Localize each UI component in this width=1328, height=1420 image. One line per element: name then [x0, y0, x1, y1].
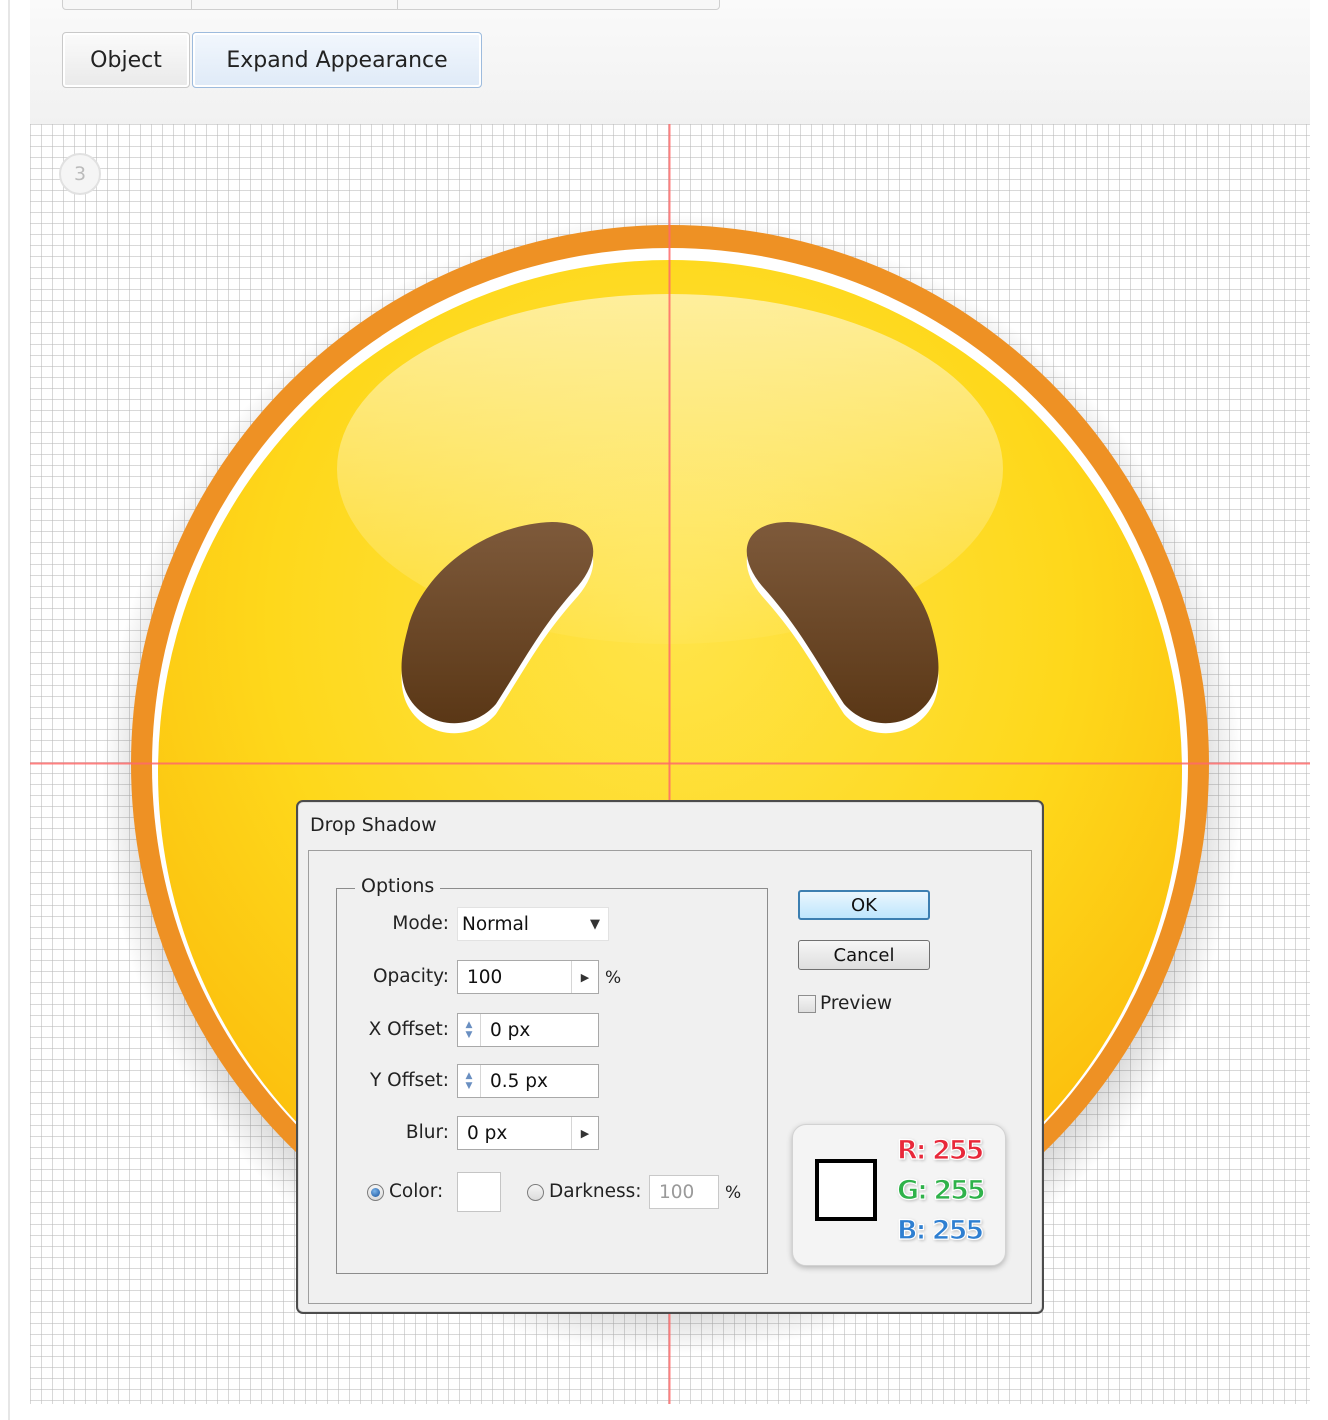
blue-value: B: 255: [896, 1214, 984, 1246]
menu-path: Object Expand Appearance: [62, 32, 484, 90]
opacity-field[interactable]: 100 ▶: [457, 960, 599, 994]
mode-value: Normal: [462, 913, 529, 935]
menu-object[interactable]: Object: [62, 32, 190, 88]
previous-menu-path: [62, 0, 720, 10]
color-radio[interactable]: [367, 1184, 384, 1201]
ok-button[interactable]: OK: [798, 890, 930, 920]
page-border: [8, 0, 10, 1420]
darkness-radio[interactable]: [527, 1184, 544, 1201]
drop-shadow-dialog: Drop Shadow Options Mode: Normal ▼ Opaci…: [296, 800, 1044, 1314]
preview-label: Preview: [820, 993, 893, 1014]
green-value: G: 255: [896, 1174, 986, 1206]
cancel-button[interactable]: Cancel: [798, 940, 930, 970]
stepper-arrows-icon[interactable]: ▲ ▼: [458, 1065, 481, 1097]
mode-label: Mode:: [392, 913, 449, 934]
stepper-arrows-icon[interactable]: ▲ ▼: [458, 1014, 481, 1046]
color-preview-swatch: [815, 1159, 877, 1221]
darkness-field[interactable]: 100: [649, 1175, 719, 1209]
y-offset-label: Y Offset:: [370, 1070, 449, 1091]
x-offset-label: X Offset:: [368, 1019, 449, 1040]
opacity-value: 100: [467, 966, 503, 988]
separator: [191, 0, 192, 9]
play-arrow-icon[interactable]: ▶: [571, 1117, 598, 1149]
opacity-unit: %: [605, 968, 622, 988]
shadow-color-swatch[interactable]: [457, 1172, 501, 1212]
menu-expand-appearance[interactable]: Expand Appearance: [192, 32, 482, 88]
mode-select[interactable]: Normal ▼: [457, 907, 609, 941]
y-offset-field[interactable]: ▲ ▼ 0.5 px: [457, 1064, 599, 1098]
darkness-value: 100: [659, 1181, 695, 1203]
play-arrow-icon[interactable]: ▶: [571, 961, 598, 993]
blur-label: Blur:: [405, 1122, 449, 1143]
dialog-title: Drop Shadow: [310, 814, 437, 836]
blur-value: 0 px: [467, 1122, 508, 1144]
step-number-badge: 3: [59, 153, 101, 195]
darkness-label: Darkness:: [549, 1181, 642, 1202]
darkness-unit: %: [725, 1183, 742, 1203]
blur-field[interactable]: 0 px ▶: [457, 1116, 599, 1150]
y-offset-value: 0.5 px: [490, 1070, 548, 1092]
chevron-down-icon[interactable]: ▼: [582, 908, 608, 940]
color-label: Color:: [389, 1181, 444, 1202]
opacity-label: Opacity:: [372, 966, 449, 987]
options-legend: Options: [355, 875, 441, 897]
options-group: Options Mode: Normal ▼ Opacity: 100 ▶ % …: [336, 875, 768, 1274]
color-values-callout: R: 255 G: 255 B: 255: [792, 1124, 1006, 1266]
x-offset-field[interactable]: ▲ ▼ 0 px: [457, 1013, 599, 1047]
separator: [397, 0, 398, 9]
preview-checkbox[interactable]: [798, 995, 816, 1013]
red-value: R: 255: [896, 1134, 985, 1166]
x-offset-value: 0 px: [490, 1019, 531, 1041]
